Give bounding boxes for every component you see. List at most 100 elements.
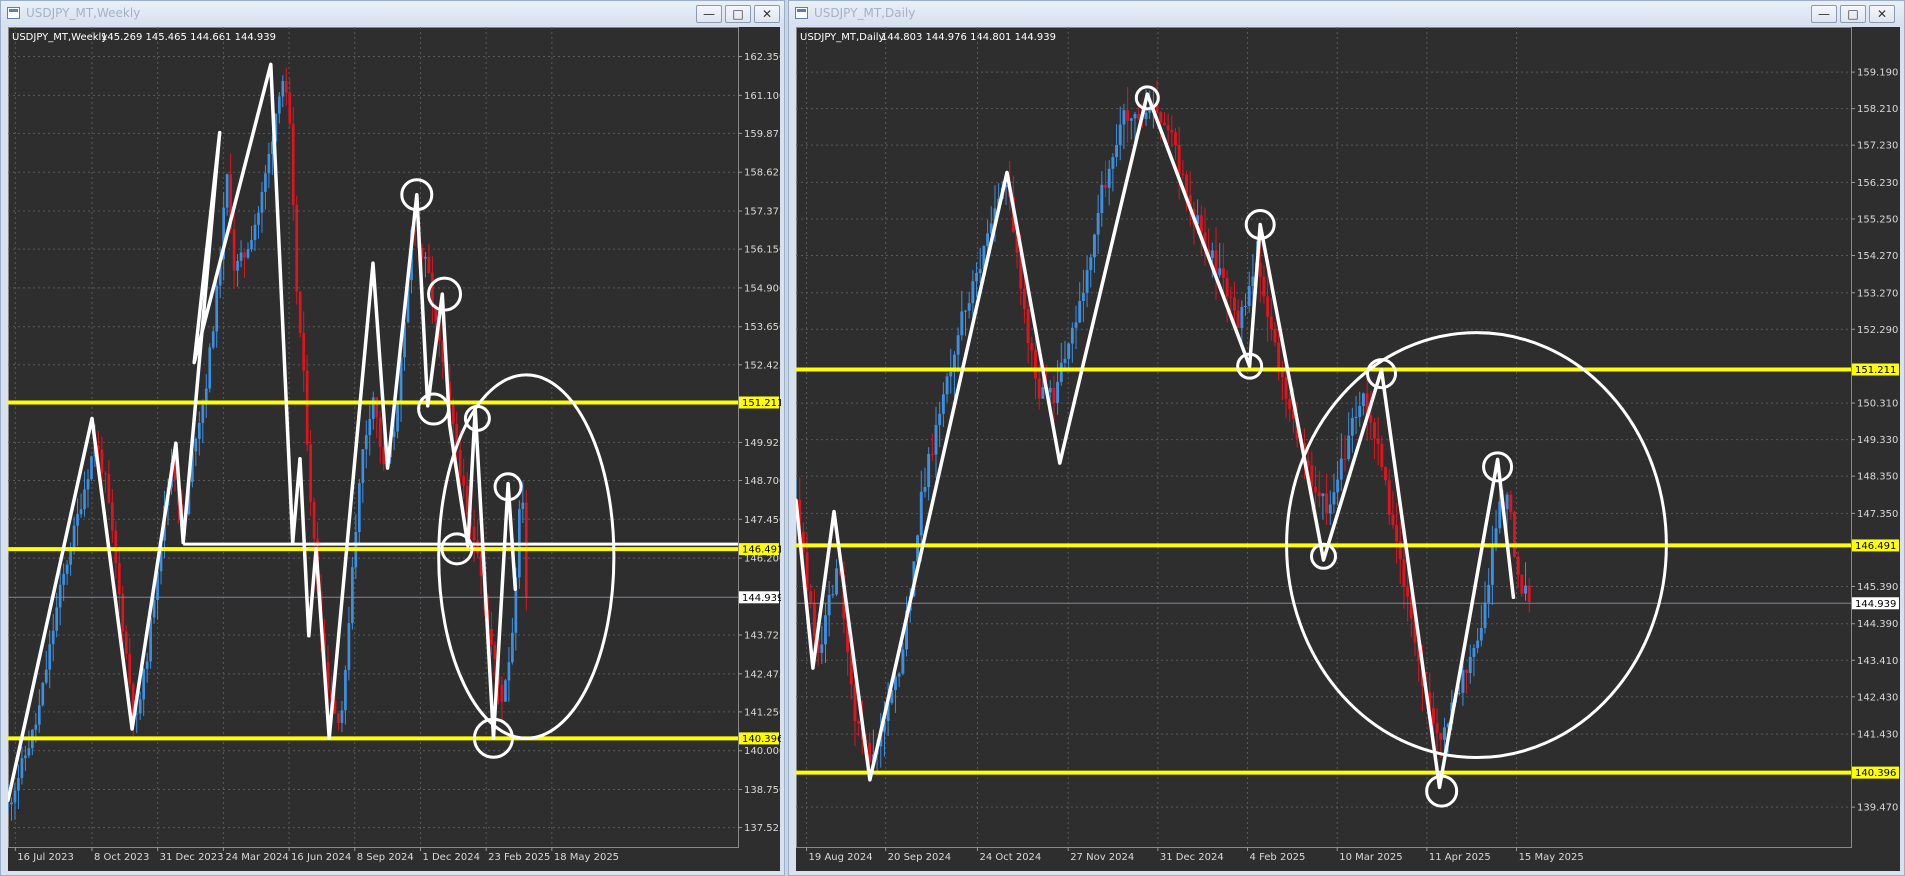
candle-body	[1089, 257, 1093, 271]
close-icon: ✕	[761, 7, 773, 21]
candle-body	[1439, 733, 1443, 740]
close-button[interactable]: ✕	[754, 5, 780, 23]
candle-body	[1277, 342, 1281, 368]
plot-group: 159.190 158.210 157.230 156.230 155.250 154.2…	[794, 27, 1899, 863]
daily-titlebar[interactable]: USDJPY_MT,Daily — □ ✕	[789, 1, 1904, 27]
candle-body	[58, 584, 62, 608]
candle-body	[215, 285, 219, 332]
y-tick-label: 143.725	[744, 631, 781, 642]
maximize-button[interactable]: □	[1840, 5, 1866, 23]
candle-body	[243, 252, 246, 258]
candle-body	[1472, 647, 1476, 657]
candle-body	[986, 233, 990, 247]
x-tick-label: 18 May 2025	[554, 852, 619, 863]
candle-body	[378, 417, 382, 448]
candle-body	[44, 669, 48, 683]
candle-body	[1052, 387, 1056, 404]
y-tick-label: 139.470	[1857, 803, 1898, 814]
candle-body	[1479, 628, 1483, 641]
y-tick-label: 148.700	[744, 476, 781, 487]
y-tick-label: 137.525	[744, 823, 781, 834]
y-tick-label: 148.350	[1857, 472, 1898, 483]
candle-body	[65, 564, 69, 574]
candle-body	[1159, 112, 1163, 123]
candle-body	[1111, 157, 1115, 169]
candle-body	[225, 174, 229, 208]
candle-body	[1221, 268, 1225, 279]
candle-body	[1037, 378, 1041, 399]
y-tick-label: 159.190	[1857, 68, 1898, 79]
candle-body	[964, 310, 967, 312]
candle-body	[1048, 387, 1052, 393]
candle-body	[86, 479, 90, 490]
candle-body	[69, 550, 72, 565]
candle-body	[368, 418, 372, 436]
candle-body	[24, 755, 27, 759]
candle-body	[901, 649, 905, 674]
weekly-chart[interactable]: USDJPY_MT,Weekly 145.269 145.465 144.661…	[6, 27, 785, 872]
candle-body	[809, 591, 813, 604]
candle-body	[1041, 387, 1045, 399]
candle-body	[10, 802, 13, 805]
candle-body	[1181, 173, 1185, 175]
y-tick-label: 162.350	[744, 52, 781, 63]
candle-body	[72, 525, 76, 551]
x-tick-label: 1 Dec 2024	[422, 852, 480, 863]
y-tick-label: 156.230	[1857, 178, 1898, 189]
candle-body	[201, 404, 205, 423]
y-tick-label: 154.270	[1857, 251, 1898, 262]
candle-body	[232, 229, 236, 271]
candle-body	[1336, 479, 1340, 493]
x-tick-label: 24 Oct 2024	[979, 852, 1041, 863]
candle-body	[1026, 309, 1030, 344]
weekly-titlebar[interactable]: USDJPY_MT,Weekly — □ ✕	[1, 1, 784, 27]
candle-body	[1347, 435, 1351, 460]
candle-body	[124, 631, 128, 654]
minimize-button[interactable]: —	[1811, 5, 1837, 23]
candle-body	[138, 699, 142, 714]
weekly-chart-symbol: USDJPY_MT,Weekly	[12, 32, 107, 43]
daily-chart-symbol: USDJPY_MT,Daily	[800, 32, 885, 43]
y-tick-label: 159.875	[744, 129, 781, 140]
y-tick-label: 140.000	[744, 746, 781, 757]
daily-chart[interactable]: USDJPY_MT,Daily 144.803 144.976 144.801 …	[794, 27, 1901, 872]
candle-body	[500, 684, 504, 702]
x-tick-label: 31 Dec 2024	[1160, 852, 1224, 863]
maximize-button[interactable]: □	[725, 5, 751, 23]
candle-body	[1166, 125, 1170, 131]
minimize-icon: —	[703, 7, 715, 21]
minimize-button[interactable]: —	[696, 5, 722, 23]
x-tick-label: 23 Feb 2025	[488, 852, 550, 863]
candle-body	[1258, 262, 1262, 277]
candle-body	[1244, 306, 1247, 308]
y-tick-label: 143.410	[1857, 656, 1898, 667]
close-button[interactable]: ✕	[1869, 5, 1895, 23]
candle-body	[351, 567, 354, 624]
y-tick-label: 158.625	[744, 168, 781, 179]
candle-body	[923, 487, 927, 492]
candle-body	[375, 397, 379, 418]
candle-body	[1361, 393, 1365, 407]
y-tick-label: 150.310	[1857, 399, 1898, 410]
candle-body	[1236, 310, 1240, 328]
candle-body	[288, 92, 292, 124]
y-tick-label: 149.925	[744, 438, 781, 449]
current-price-label: 144.939	[742, 593, 781, 604]
y-tick-label: 157.230	[1857, 141, 1898, 152]
chart-window-icon	[7, 7, 20, 19]
weekly-chart-area[interactable]: USDJPY_MT,Weekly 145.269 145.465 144.661…	[6, 27, 785, 872]
candle-body	[337, 713, 340, 723]
candle-body	[1376, 438, 1380, 444]
candle-body	[302, 332, 306, 371]
daily-chart-area[interactable]: USDJPY_MT,Daily 144.803 144.976 144.801 …	[794, 27, 1901, 872]
candle-body	[835, 568, 838, 595]
level-label: 146.491	[742, 545, 781, 556]
candle-body	[1461, 669, 1465, 693]
candle-body	[1402, 559, 1406, 587]
candle-body	[1520, 574, 1524, 594]
y-tick-label: 144.390	[1857, 619, 1898, 630]
candle-body	[927, 453, 931, 488]
plot-group: 162.350 161.100 159.875 158.625 157.375 156.1…	[6, 27, 785, 863]
candle-body	[1490, 546, 1494, 585]
candle-body	[1056, 381, 1060, 404]
